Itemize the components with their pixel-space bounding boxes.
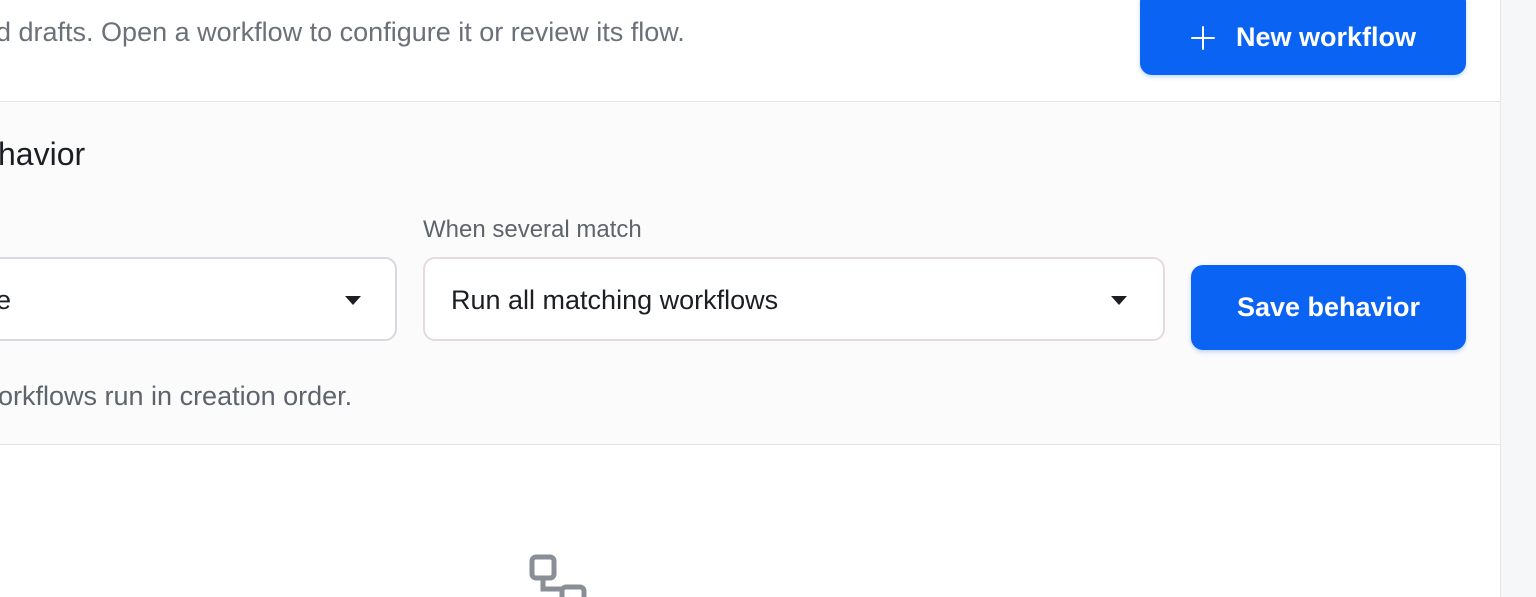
caret-down-icon [1111, 296, 1127, 305]
when-several-match-select[interactable]: Run all matching workflows [423, 257, 1165, 341]
scrollbar-gutter [1501, 0, 1536, 597]
save-behavior-button[interactable]: Save behavior [1191, 265, 1466, 350]
page-header: d drafts. Open a workflow to configure i… [0, 0, 1500, 102]
new-workflow-label: New workflow [1235, 22, 1417, 52]
when-several-match-value: Run all matching workflows [451, 285, 779, 315]
behavior-select[interactable]: e [0, 257, 397, 341]
behavior-help-text: orkflows run in creation order. [0, 381, 353, 411]
new-workflow-button[interactable]: New workflow [1140, 0, 1466, 75]
behavior-select-value: e [0, 285, 11, 316]
behavior-title: havior [0, 136, 86, 172]
caret-down-icon [345, 296, 361, 305]
behavior-section: havior e When several match Run all matc… [0, 102, 1500, 445]
workflows-panel: d drafts. Open a workflow to configure i… [0, 0, 1501, 597]
workflow-icon [529, 554, 587, 597]
page-description: d drafts. Open a workflow to configure i… [0, 17, 685, 47]
when-several-match-label: When several match [423, 216, 642, 243]
plus-icon [1190, 25, 1216, 51]
save-behavior-label: Save behavior [1236, 292, 1421, 322]
